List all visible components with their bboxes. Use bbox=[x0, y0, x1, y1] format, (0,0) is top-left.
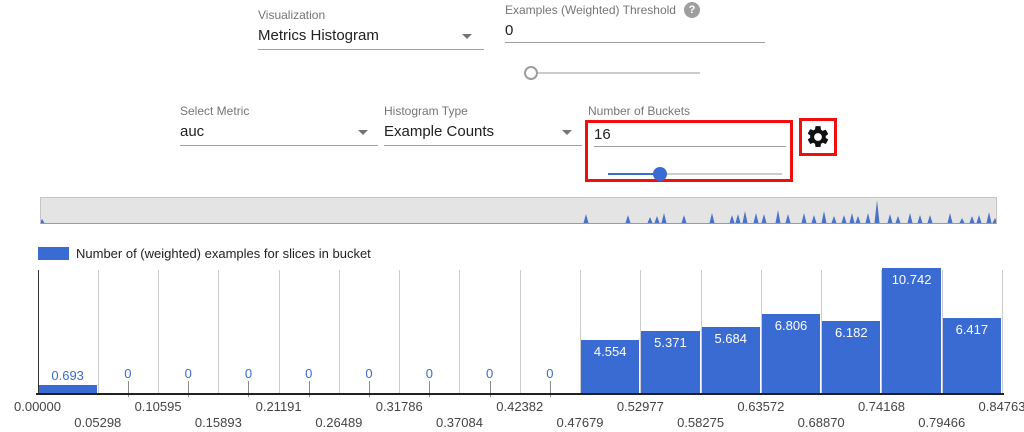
bar-value-label: 10.742 bbox=[892, 272, 932, 287]
x-axis-tick-label: 0.47679 bbox=[557, 415, 604, 430]
bar-value-label: 0 bbox=[305, 366, 312, 381]
bar-value-label: 0 bbox=[365, 366, 372, 381]
x-axis-tick-label: 0.79466 bbox=[918, 415, 965, 430]
y-axis-line bbox=[38, 270, 39, 393]
histogram-bar[interactable] bbox=[39, 385, 97, 393]
x-axis-tick-label: 0.58275 bbox=[677, 415, 724, 430]
x-axis-tick-label: 0.00000 bbox=[14, 399, 61, 414]
bar-value-label: 6.806 bbox=[775, 318, 808, 333]
metrics-histogram-panel: Visualization Metrics Histogram Examples… bbox=[0, 0, 1024, 432]
x-axis-tick-label: 0.63572 bbox=[737, 399, 784, 414]
x-axis-tick-label: 0.05298 bbox=[74, 415, 121, 430]
x-axis-tick-label: 0.52977 bbox=[617, 399, 664, 414]
gridline bbox=[520, 270, 521, 393]
gridline bbox=[218, 270, 219, 393]
gridline bbox=[399, 270, 400, 393]
x-axis-tick-label: 0.84763 bbox=[979, 399, 1024, 414]
bar-value-label: 4.554 bbox=[594, 344, 627, 359]
bar-value-label: 5.371 bbox=[654, 335, 687, 350]
histogram-chart: 0.693 0 0 0 0 0 0 0 0 4.554 5.371 5.684 6.806 6.182 10… bbox=[0, 0, 1024, 432]
x-axis-tick-label: 0.42382 bbox=[496, 399, 543, 414]
bar-value-label: 6.182 bbox=[835, 325, 868, 340]
x-axis-line bbox=[36, 393, 1004, 395]
gridline bbox=[339, 270, 340, 393]
x-axis-tick-label: 0.10595 bbox=[135, 399, 182, 414]
x-axis-tick-label: 0.31786 bbox=[376, 399, 423, 414]
x-axis-tick-label: 0.68870 bbox=[798, 415, 845, 430]
x-axis-tick-label: 0.26489 bbox=[315, 415, 362, 430]
bar-value-label: 5.684 bbox=[714, 331, 747, 346]
gridline bbox=[279, 270, 280, 393]
bar-value-label: 0.693 bbox=[51, 368, 84, 383]
x-axis-tick-label: 0.21191 bbox=[256, 399, 302, 414]
bar-value-label: 0 bbox=[245, 366, 252, 381]
gridline bbox=[1002, 270, 1003, 393]
bar-value-label: 0 bbox=[426, 366, 433, 381]
gridline bbox=[158, 270, 159, 393]
bar-value-label: 0 bbox=[486, 366, 493, 381]
gridline bbox=[98, 270, 99, 393]
gridline bbox=[459, 270, 460, 393]
x-axis-tick-label: 0.37084 bbox=[436, 415, 483, 430]
bar-value-label: 0 bbox=[185, 366, 192, 381]
x-axis-tick-label: 0.15893 bbox=[195, 415, 242, 430]
bar-value-label: 0 bbox=[546, 366, 553, 381]
bar-value-label: 6.417 bbox=[956, 322, 989, 337]
bar-value-label: 0 bbox=[124, 366, 131, 381]
x-axis-tick-label: 0.74168 bbox=[858, 399, 905, 414]
